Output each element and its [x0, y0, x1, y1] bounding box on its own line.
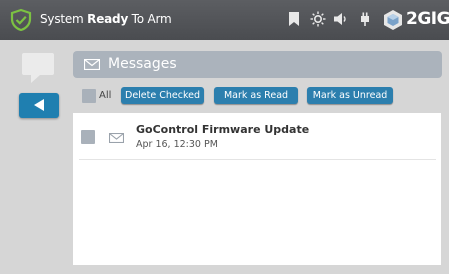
message-checkbox[interactable]: [81, 130, 95, 144]
select-all-checkbox[interactable]: [82, 89, 96, 103]
mark-as-unread-button[interactable]: Mark as Unread: [307, 87, 393, 104]
envelope-icon: [109, 133, 124, 143]
shield-check-icon: [10, 8, 32, 32]
bookmark-icon[interactable]: [286, 11, 302, 27]
status-bold: Ready: [87, 12, 129, 26]
chat-bubble-icon[interactable]: [22, 53, 54, 83]
status-suffix: To Arm: [128, 12, 172, 26]
row-divider: [79, 159, 436, 160]
system-status: System Ready To Arm: [40, 12, 172, 26]
speaker-icon[interactable]: [333, 11, 349, 27]
page-title: Messages: [108, 56, 177, 72]
brand-logo-icon: [384, 10, 402, 30]
back-arrow-icon: [34, 99, 44, 111]
delete-checked-button[interactable]: Delete Checked: [121, 87, 204, 104]
envelope-icon: [84, 59, 100, 70]
status-bar: System Ready To Arm 2GIG: [0, 0, 449, 40]
select-all-label: All: [99, 90, 112, 101]
back-button[interactable]: [19, 93, 59, 118]
message-title[interactable]: GoControl Firmware Update: [136, 123, 309, 136]
plug-icon[interactable]: [357, 11, 373, 27]
brand-name: 2GIG: [406, 9, 449, 29]
mark-as-read-button[interactable]: Mark as Read: [214, 87, 298, 104]
sun-icon[interactable]: [310, 11, 326, 27]
messages-header: Messages: [73, 51, 442, 78]
status-prefix: System: [40, 12, 88, 26]
message-date: Apr 16, 12:30 PM: [136, 139, 218, 150]
